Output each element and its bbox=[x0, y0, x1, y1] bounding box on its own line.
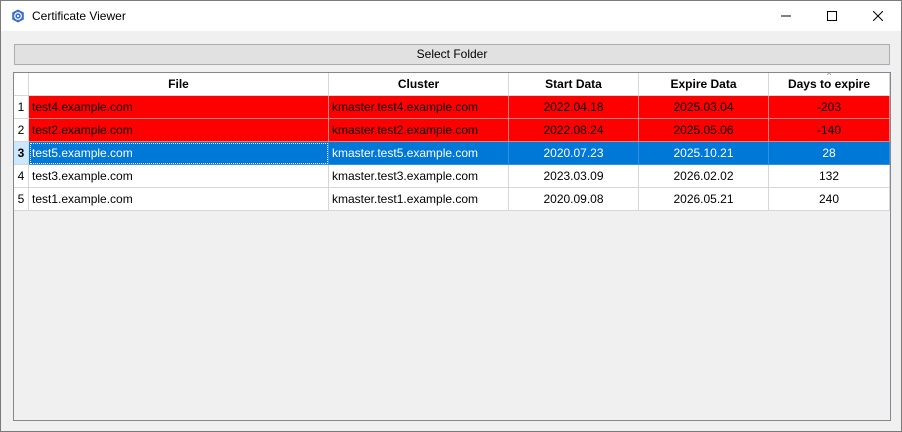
cluster-cell[interactable]: kmaster.test4.example.com bbox=[329, 96, 509, 119]
days-to-expire-cell[interactable]: 28 bbox=[769, 142, 890, 165]
file-cell[interactable]: test5.example.com bbox=[29, 142, 329, 165]
table-empty-area bbox=[29, 211, 890, 420]
cluster-cell[interactable]: kmaster.test3.example.com bbox=[329, 165, 509, 188]
file-cell[interactable]: test3.example.com bbox=[29, 165, 329, 188]
expire-date-cell[interactable]: 2025.05.06 bbox=[639, 119, 769, 142]
days-to-expire-cell[interactable]: -203 bbox=[769, 96, 890, 119]
start-date-cell[interactable]: 2020.09.08 bbox=[509, 188, 639, 211]
certificate-app-icon bbox=[11, 9, 25, 23]
expire-date-cell[interactable]: 2025.10.21 bbox=[639, 142, 769, 165]
column-header-start-data[interactable]: Start Data bbox=[509, 73, 639, 96]
minimize-icon bbox=[781, 15, 791, 17]
row-header[interactable]: 3 bbox=[14, 142, 29, 165]
column-header-days-to-expire[interactable]: ^ Days to expire bbox=[769, 73, 890, 96]
window-title: Certificate Viewer bbox=[32, 9, 126, 23]
row-header[interactable]: 1 bbox=[14, 96, 29, 119]
expire-date-cell[interactable]: 2026.05.21 bbox=[639, 188, 769, 211]
title-bar[interactable]: Certificate Viewer bbox=[1, 1, 901, 31]
cluster-cell[interactable]: kmaster.test5.example.com bbox=[329, 142, 509, 165]
start-date-cell[interactable]: 2023.03.09 bbox=[509, 165, 639, 188]
sort-ascending-icon: ^ bbox=[827, 72, 831, 80]
maximize-icon bbox=[827, 11, 837, 21]
column-header-cluster[interactable]: Cluster bbox=[329, 73, 509, 96]
start-date-cell[interactable]: 2022.08.24 bbox=[509, 119, 639, 142]
file-cell[interactable]: test4.example.com bbox=[29, 96, 329, 119]
table-corner[interactable] bbox=[14, 73, 29, 96]
row-header[interactable]: 4 bbox=[14, 165, 29, 188]
row-header[interactable]: 2 bbox=[14, 119, 29, 142]
close-icon bbox=[873, 11, 883, 21]
certificate-viewer-window: Certificate Viewer Select Folder File Cl… bbox=[0, 0, 902, 432]
start-date-cell[interactable]: 2022.04.18 bbox=[509, 96, 639, 119]
select-folder-button[interactable]: Select Folder bbox=[14, 44, 890, 65]
days-to-expire-cell[interactable]: -140 bbox=[769, 119, 890, 142]
close-button[interactable] bbox=[855, 1, 901, 31]
expire-date-cell[interactable]: 2026.02.02 bbox=[639, 165, 769, 188]
maximize-button[interactable] bbox=[809, 1, 855, 31]
file-cell[interactable]: test1.example.com bbox=[29, 188, 329, 211]
expire-date-cell[interactable]: 2025.03.04 bbox=[639, 96, 769, 119]
certificate-table[interactable]: File Cluster Start Data Expire Data ^ Da… bbox=[13, 72, 891, 421]
file-cell[interactable]: test2.example.com bbox=[29, 119, 329, 142]
start-date-cell[interactable]: 2020.07.23 bbox=[509, 142, 639, 165]
days-to-expire-cell[interactable]: 240 bbox=[769, 188, 890, 211]
cluster-cell[interactable]: kmaster.test2.example.com bbox=[329, 119, 509, 142]
cluster-cell[interactable]: kmaster.test1.example.com bbox=[329, 188, 509, 211]
minimize-button[interactable] bbox=[763, 1, 809, 31]
column-header-file[interactable]: File bbox=[29, 73, 329, 96]
column-header-expire-data[interactable]: Expire Data bbox=[639, 73, 769, 96]
row-header[interactable]: 5 bbox=[14, 188, 29, 211]
days-to-expire-cell[interactable]: 132 bbox=[769, 165, 890, 188]
